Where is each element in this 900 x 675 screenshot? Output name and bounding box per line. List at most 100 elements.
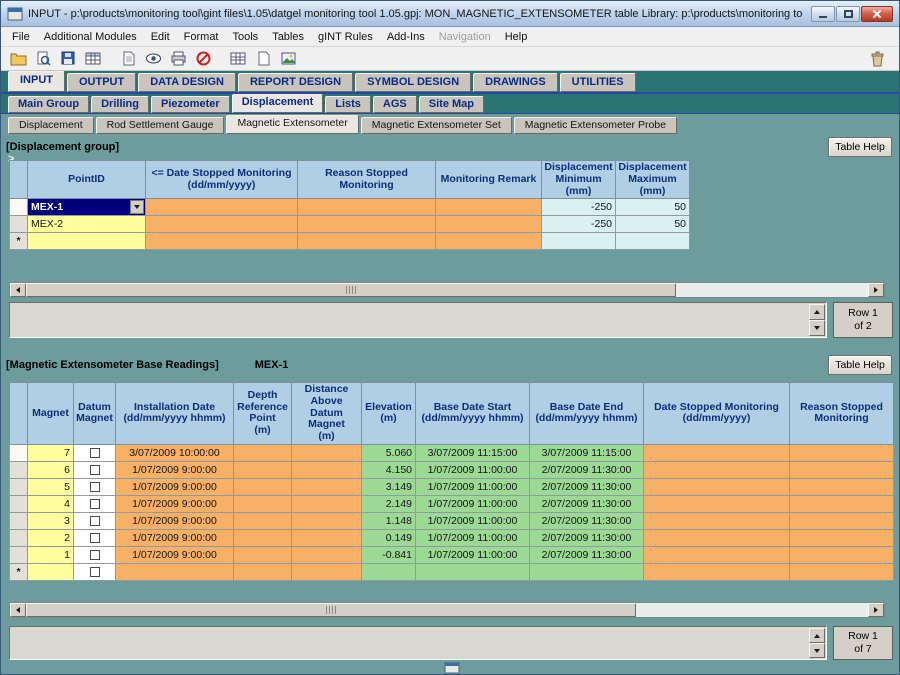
date-stopped-cell[interactable] bbox=[644, 478, 790, 495]
elevation-cell[interactable]: -0.841 bbox=[362, 546, 416, 563]
magnet-cell[interactable]: 2 bbox=[28, 529, 74, 546]
table-help-button[interactable]: Table Help bbox=[828, 355, 892, 375]
magnet-cell[interactable]: 6 bbox=[28, 461, 74, 478]
elevation-cell[interactable]: 1.148 bbox=[362, 512, 416, 529]
minimize-button[interactable] bbox=[811, 6, 835, 22]
titlebar[interactable]: INPUT - p:\products\monitoring tool\gint… bbox=[1, 1, 899, 27]
depth-reference-cell[interactable] bbox=[234, 444, 292, 461]
magnet-cell[interactable]: 5 bbox=[28, 478, 74, 495]
elevation-cell[interactable]: 2.149 bbox=[362, 495, 416, 512]
scroll-right-button[interactable] bbox=[868, 283, 884, 297]
column-depth-reference[interactable]: Depth Reference Point (m) bbox=[234, 383, 292, 445]
tab-drilling[interactable]: Drilling bbox=[91, 96, 149, 113]
tab-displacement[interactable]: Displacement bbox=[232, 94, 324, 113]
installation-date-cell[interactable]: 1/07/2009 9:00:00 bbox=[116, 478, 234, 495]
tab-drawings[interactable]: DRAWINGS bbox=[473, 73, 558, 92]
print-preview-icon[interactable] bbox=[32, 49, 55, 69]
base-date-start-cell[interactable]: 1/07/2009 11:00:00 bbox=[416, 478, 530, 495]
menu-tables[interactable]: Tables bbox=[265, 29, 311, 45]
tab-utilities[interactable]: UTILITIES bbox=[560, 73, 636, 92]
reason-stopped-cell[interactable] bbox=[790, 512, 894, 529]
tab-report-design[interactable]: REPORT DESIGN bbox=[238, 73, 353, 92]
disp-max-cell[interactable]: 50 bbox=[616, 216, 690, 233]
datum-magnet-checkbox[interactable] bbox=[90, 516, 100, 526]
column-magnet[interactable]: Magnet bbox=[28, 383, 74, 445]
column-reason-stopped[interactable]: Reason Stopped Monitoring bbox=[298, 161, 436, 199]
reason-stopped-cell[interactable] bbox=[790, 461, 894, 478]
tab-output[interactable]: OUTPUT bbox=[67, 73, 136, 92]
menu-file[interactable]: File bbox=[5, 29, 37, 45]
base-date-end-cell[interactable]: 2/07/2009 11:30:00 bbox=[530, 512, 644, 529]
datum-magnet-cell[interactable] bbox=[74, 495, 116, 512]
depth-reference-cell[interactable] bbox=[234, 478, 292, 495]
scroll-left-button[interactable] bbox=[10, 283, 26, 297]
column-date-stopped[interactable]: <= Date Stopped Monitoring (dd/mm/yyyy) bbox=[146, 161, 298, 199]
distance-above-cell[interactable] bbox=[292, 495, 362, 512]
datum-magnet-checkbox[interactable] bbox=[90, 567, 100, 577]
new-document-icon[interactable] bbox=[252, 49, 275, 69]
distance-above-cell[interactable] bbox=[292, 478, 362, 495]
table1-hscrollbar[interactable] bbox=[9, 282, 885, 298]
tab-magnetic-extensometer[interactable]: Magnetic Extensometer bbox=[226, 115, 358, 134]
disp-min-cell[interactable] bbox=[542, 233, 616, 250]
view-eye-icon[interactable] bbox=[142, 49, 165, 69]
column-monitoring-remark[interactable]: Monitoring Remark bbox=[436, 161, 542, 199]
scroll-down-button[interactable] bbox=[809, 320, 825, 336]
date-stopped-cell[interactable] bbox=[146, 216, 298, 233]
datum-magnet-checkbox[interactable] bbox=[90, 550, 100, 560]
monitoring-remark-cell[interactable] bbox=[436, 233, 542, 250]
distance-above-cell[interactable] bbox=[292, 546, 362, 563]
menu-add-ins[interactable]: Add-Ins bbox=[380, 29, 432, 45]
table-grid-icon[interactable] bbox=[227, 49, 250, 69]
elevation-cell[interactable]: 4.150 bbox=[362, 461, 416, 478]
drawings-icon[interactable] bbox=[277, 49, 300, 69]
column-base-date-end[interactable]: Base Date End (dd/mm/yyyy hhmm) bbox=[530, 383, 644, 445]
datum-magnet-checkbox[interactable] bbox=[90, 533, 100, 543]
installation-date-cell[interactable]: 1/07/2009 9:00:00 bbox=[116, 461, 234, 478]
elevation-cell[interactable]: 3.149 bbox=[362, 478, 416, 495]
base-date-end-cell[interactable]: 3/07/2009 11:15:00 bbox=[530, 444, 644, 461]
row-selector[interactable] bbox=[10, 546, 28, 563]
datum-magnet-cell[interactable] bbox=[74, 529, 116, 546]
installation-date-cell[interactable]: 1/07/2009 9:00:00 bbox=[116, 529, 234, 546]
magnet-cell[interactable]: 3 bbox=[28, 512, 74, 529]
datum-magnet-checkbox[interactable] bbox=[90, 499, 100, 509]
save-icon[interactable] bbox=[57, 49, 80, 69]
document-icon[interactable] bbox=[117, 49, 140, 69]
distance-above-cell[interactable] bbox=[292, 529, 362, 546]
installation-date-cell[interactable]: 1/07/2009 9:00:00 bbox=[116, 546, 234, 563]
elevation-cell[interactable] bbox=[362, 563, 416, 580]
monitoring-remark-cell[interactable] bbox=[436, 199, 542, 216]
base-date-start-cell[interactable] bbox=[416, 563, 530, 580]
pointid-cell[interactable]: MEX-2 bbox=[28, 216, 146, 233]
distance-above-cell[interactable] bbox=[292, 444, 362, 461]
record-mini-scrollbar[interactable] bbox=[809, 628, 825, 658]
reason-stopped-cell[interactable] bbox=[298, 233, 436, 250]
tab-lists[interactable]: Lists bbox=[325, 96, 371, 113]
column-reason-stopped[interactable]: Reason Stopped Monitoring bbox=[790, 383, 894, 445]
tab-data-design[interactable]: DATA DESIGN bbox=[138, 73, 236, 92]
scroll-up-button[interactable] bbox=[809, 304, 825, 320]
datum-magnet-cell[interactable] bbox=[74, 478, 116, 495]
column-disp-min[interactable]: Displacement Minimum (mm) bbox=[542, 161, 616, 199]
datum-magnet-cell[interactable] bbox=[74, 546, 116, 563]
menu-format[interactable]: Format bbox=[177, 29, 226, 45]
date-stopped-cell[interactable] bbox=[644, 546, 790, 563]
base-date-start-cell[interactable]: 1/07/2009 11:00:00 bbox=[416, 546, 530, 563]
menu-gint-rules[interactable]: gINT Rules bbox=[311, 29, 380, 45]
depth-reference-cell[interactable] bbox=[234, 546, 292, 563]
scroll-right-button[interactable] bbox=[868, 603, 884, 617]
date-stopped-cell[interactable] bbox=[644, 529, 790, 546]
base-date-start-cell[interactable]: 3/07/2009 11:15:00 bbox=[416, 444, 530, 461]
reason-stopped-cell[interactable] bbox=[790, 546, 894, 563]
tab-displacement-page[interactable]: Displacement bbox=[8, 117, 94, 134]
column-base-date-start[interactable]: Base Date Start (dd/mm/yyyy hhmm) bbox=[416, 383, 530, 445]
base-date-end-cell[interactable]: 2/07/2009 11:30:00 bbox=[530, 529, 644, 546]
disp-min-cell[interactable]: -250 bbox=[542, 199, 616, 216]
row-selector[interactable] bbox=[10, 444, 28, 461]
scroll-thumb[interactable] bbox=[26, 283, 676, 297]
column-pointid[interactable]: PointID bbox=[28, 161, 146, 199]
row-selector[interactable] bbox=[10, 495, 28, 512]
base-date-end-cell[interactable] bbox=[530, 563, 644, 580]
date-stopped-cell[interactable] bbox=[644, 495, 790, 512]
